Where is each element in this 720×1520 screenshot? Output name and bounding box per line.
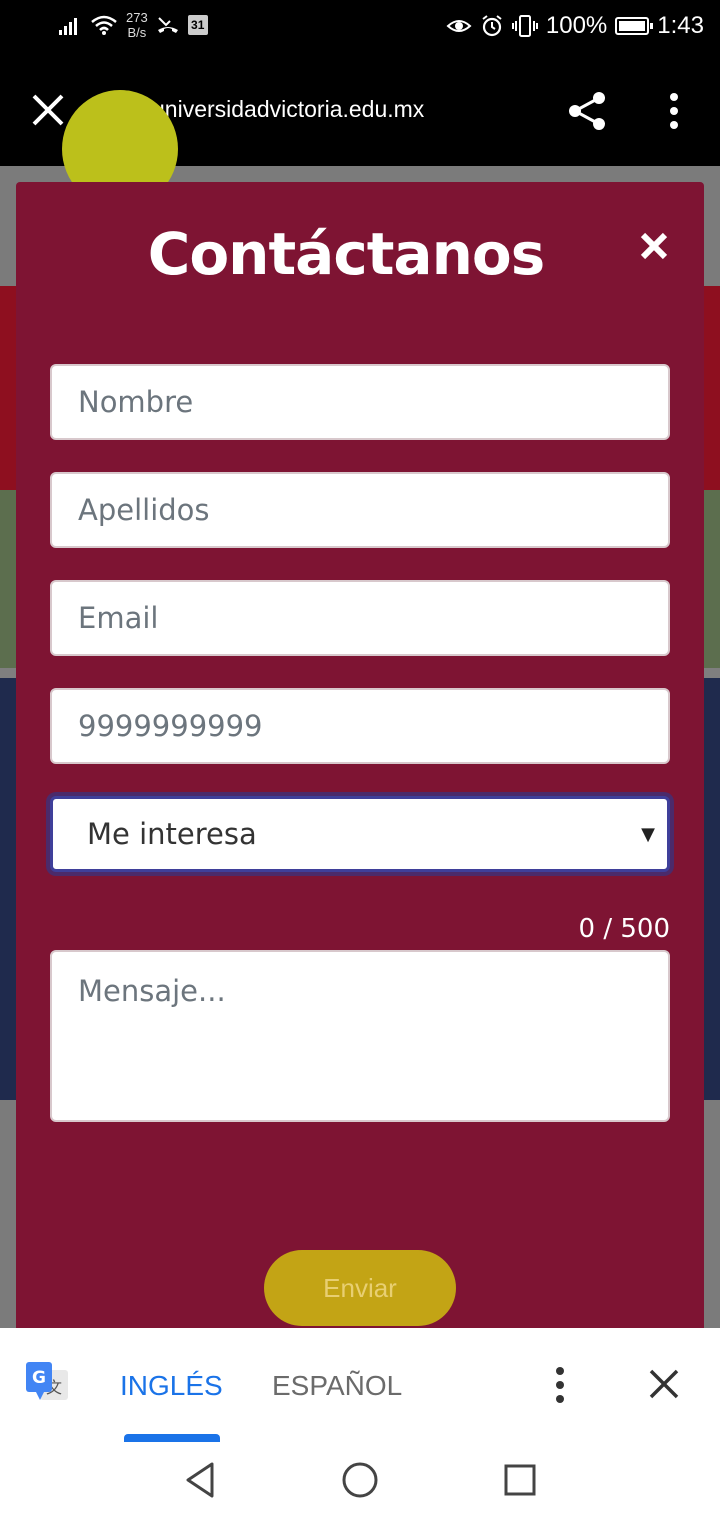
dropdown-arrow-icon: ▼ <box>641 824 655 845</box>
clock: 1:43 <box>657 12 704 39</box>
url-text[interactable]: universidadvictoria.edu.mx <box>152 96 424 123</box>
close-tab-icon[interactable] <box>30 92 66 128</box>
calendar-icon: 31 <box>187 15 208 35</box>
wifi-icon <box>91 15 117 35</box>
translate-language-english[interactable]: INGLÉS <box>120 1370 223 1402</box>
home-icon[interactable] <box>340 1460 380 1500</box>
missed-call-icon <box>157 17 178 33</box>
close-icon[interactable] <box>638 230 670 262</box>
nombre-input[interactable]: Nombre <box>50 364 670 440</box>
alarm-icon <box>482 15 502 37</box>
translate-language-spanish[interactable]: ESPAÑOL <box>272 1370 402 1402</box>
close-translate-icon[interactable] <box>648 1368 680 1400</box>
vibrate-icon <box>511 15 538 37</box>
share-icon[interactable] <box>566 90 608 132</box>
recent-apps-icon[interactable] <box>504 1464 536 1496</box>
modal-title: Contáctanos <box>147 220 545 288</box>
interest-select[interactable]: Me interesa ▼ <box>50 796 670 872</box>
email-input[interactable]: Email <box>50 580 670 656</box>
battery-icon <box>615 17 654 35</box>
back-icon[interactable] <box>182 1460 218 1500</box>
net-speed: 273 B/s <box>126 10 148 40</box>
status-bar: 273 B/s 31 100% 1:43 <box>0 0 720 56</box>
active-language-indicator <box>124 1434 220 1442</box>
phone-input[interactable]: 9999999999 <box>50 688 670 764</box>
status-right: 100% 1:43 <box>446 12 704 40</box>
status-left: 273 B/s 31 <box>58 10 208 40</box>
system-nav-bar <box>0 1442 720 1520</box>
send-button[interactable]: Enviar <box>264 1250 456 1326</box>
message-textarea[interactable]: Mensaje... <box>50 950 670 1122</box>
more-options-icon[interactable] <box>664 92 684 130</box>
svg-text:G: G <box>32 1368 46 1388</box>
battery-percent: 100% <box>545 12 608 39</box>
contact-modal: Contáctanos Nombre Apellidos Email 99999… <box>16 182 704 1352</box>
apellidos-input[interactable]: Apellidos <box>50 472 670 548</box>
eye-comfort-icon <box>446 20 472 32</box>
translate-options-icon[interactable] <box>550 1366 570 1404</box>
char-counter: 0 / 500 <box>578 914 670 944</box>
signal-icon <box>59 18 77 35</box>
google-translate-icon[interactable]: 文 G <box>26 1362 70 1408</box>
translate-bar: 文 G INGLÉS ESPAÑOL <box>0 1328 720 1443</box>
